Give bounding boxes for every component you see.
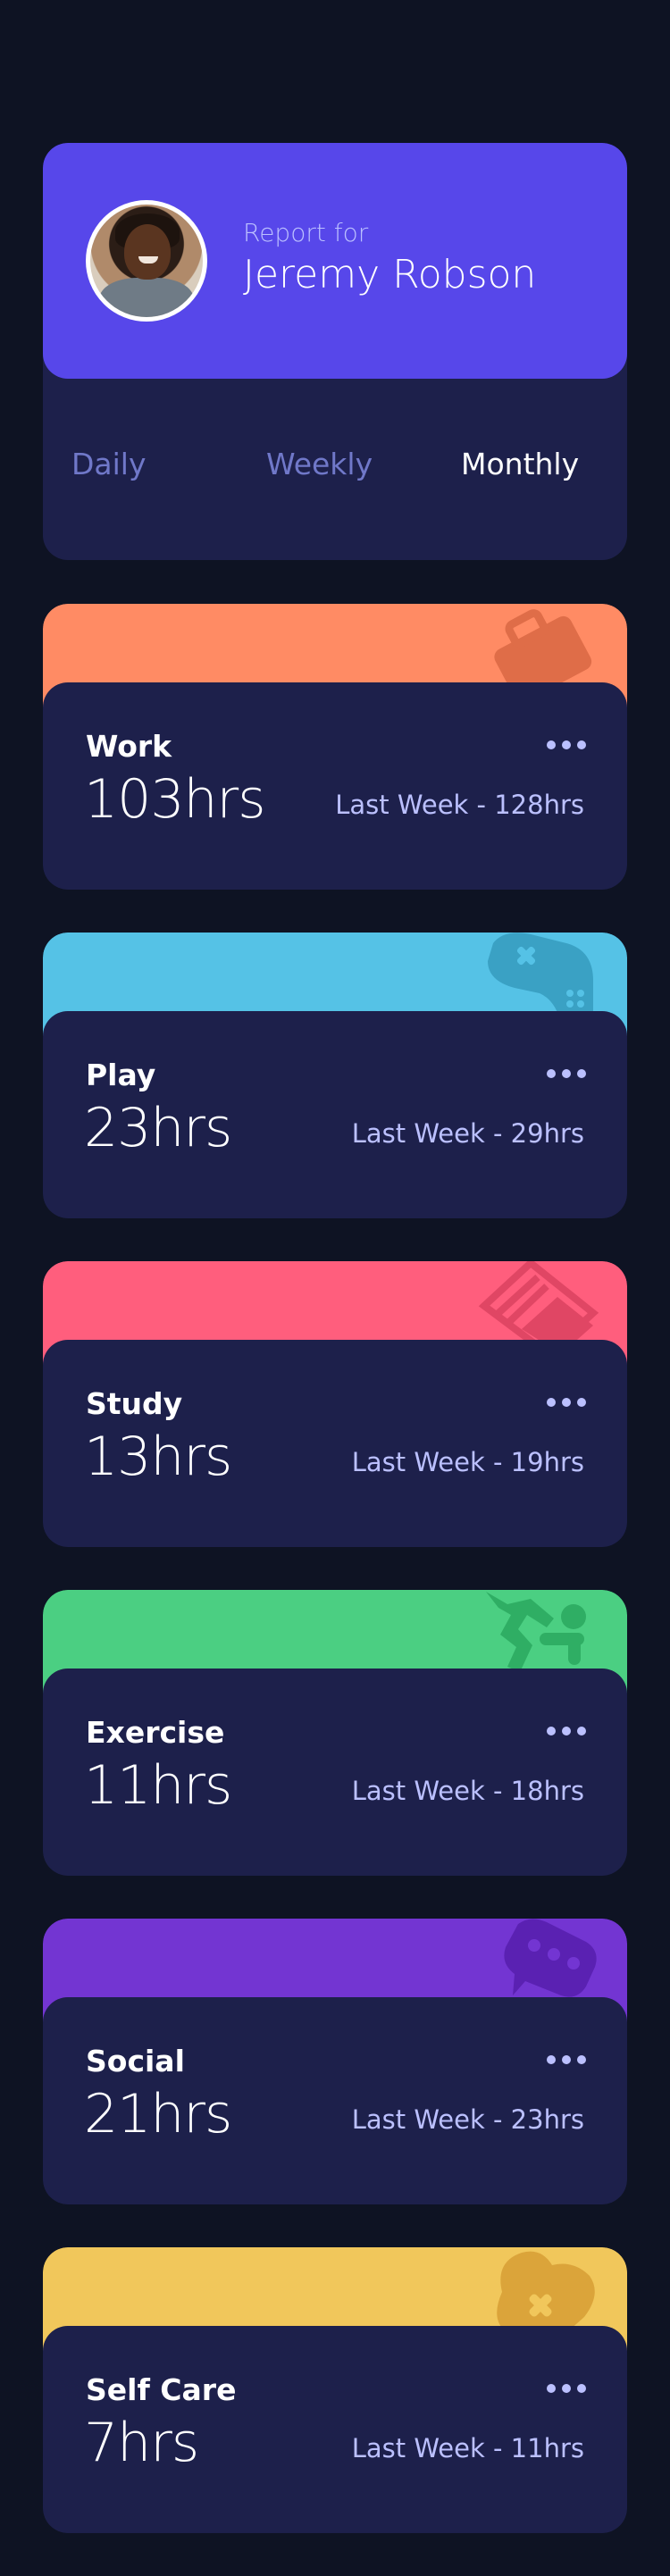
previous-hours: Last Week - 11hrs — [351, 2433, 584, 2463]
ellipsis-icon[interactable] — [547, 1068, 586, 1079]
activity-card-play: Play 23hrs Last Week - 29hrs — [43, 933, 627, 1218]
current-hours: 21hrs — [84, 2083, 232, 2145]
timeframe-tabs: Daily Weekly Monthly — [43, 447, 627, 500]
activity-card-study: Study 13hrs Last Week - 19hrs — [43, 1261, 627, 1547]
time-tracking-dashboard: Report for Jeremy Robson Daily Weekly Mo… — [0, 0, 670, 2576]
profile-header: Report for Jeremy Robson — [43, 143, 627, 379]
activity-title: Exercise — [86, 1715, 225, 1750]
previous-hours: Last Week - 18hrs — [351, 1776, 584, 1806]
work-panel[interactable]: Work 103hrs Last Week - 128hrs — [43, 682, 627, 890]
profile-card: Report for Jeremy Robson Daily Weekly Mo… — [43, 143, 627, 560]
study-panel[interactable]: Study 13hrs Last Week - 19hrs — [43, 1340, 627, 1547]
activity-title: Study — [86, 1386, 183, 1421]
current-hours: 23hrs — [84, 1097, 232, 1159]
activity-title: Social — [86, 2044, 185, 2078]
chat-icon — [504, 1919, 597, 1997]
ellipsis-icon[interactable] — [547, 2054, 586, 2065]
previous-hours: Last Week - 23hrs — [351, 2104, 584, 2135]
activity-title: Play — [86, 1058, 156, 1092]
previous-hours: Last Week - 19hrs — [351, 1447, 584, 1477]
book-icon — [478, 1261, 599, 1352]
gamepad-icon — [488, 933, 593, 1024]
activity-title: Self Care — [86, 2372, 237, 2407]
play-panel[interactable]: Play 23hrs Last Week - 29hrs — [43, 1011, 627, 1218]
social-panel[interactable]: Social 21hrs Last Week - 23hrs — [43, 1997, 627, 2204]
ellipsis-icon[interactable] — [547, 2383, 586, 2394]
runner-icon — [486, 1592, 586, 1672]
tab-weekly[interactable]: Weekly — [266, 447, 373, 481]
activity-card-work: Work 103hrs Last Week - 128hrs — [43, 604, 627, 890]
briefcase-icon — [494, 609, 592, 695]
ellipsis-icon[interactable] — [547, 1397, 586, 1408]
activity-card-exercise: Exercise 11hrs Last Week - 18hrs — [43, 1590, 627, 1876]
current-hours: 7hrs — [84, 2412, 199, 2474]
tab-daily[interactable]: Daily — [71, 447, 147, 481]
activity-card-social: Social 21hrs Last Week - 23hrs — [43, 1919, 627, 2204]
ellipsis-icon[interactable] — [547, 1726, 586, 1736]
activity-card-self-care: Self Care 7hrs Last Week - 11hrs — [43, 2247, 627, 2533]
exercise-panel[interactable]: Exercise 11hrs Last Week - 18hrs — [43, 1669, 627, 1876]
activity-title: Work — [86, 729, 172, 764]
previous-hours: Last Week - 128hrs — [335, 790, 584, 820]
report-for-label: Report for — [243, 218, 369, 247]
heart-icon — [497, 2251, 595, 2338]
current-hours: 103hrs — [84, 768, 265, 831]
ellipsis-icon[interactable] — [547, 740, 586, 750]
current-hours: 11hrs — [84, 1754, 232, 1817]
previous-hours: Last Week - 29hrs — [351, 1118, 584, 1149]
avatar — [86, 200, 207, 322]
tab-monthly[interactable]: Monthly — [461, 447, 579, 481]
user-name: Jeremy Robson — [243, 252, 537, 297]
self-care-panel[interactable]: Self Care 7hrs Last Week - 11hrs — [43, 2326, 627, 2533]
current-hours: 13hrs — [84, 1426, 232, 1488]
